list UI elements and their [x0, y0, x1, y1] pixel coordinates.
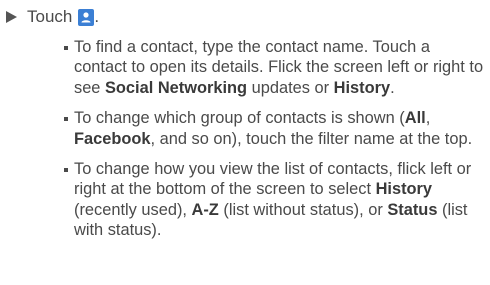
step-arrow-icon	[6, 11, 17, 23]
bullet-text: ,	[425, 109, 431, 128]
bullet-bold-term: Social Networking	[104, 78, 248, 97]
bullet-text: To change which group of contacts is sho…	[74, 109, 405, 128]
list-item: To change which group of contacts is sho…	[64, 108, 484, 149]
bullet-text: (list without status), or	[218, 200, 388, 219]
bullet-bold-term: Status	[387, 200, 438, 219]
step-text: Touch	[27, 7, 73, 26]
list-item: To change how you view the list of conta…	[64, 159, 484, 241]
contacts-icon	[78, 8, 95, 26]
bullet-text: (recently used),	[74, 200, 192, 219]
bullet-text: , and so on), touch the filter name at t…	[150, 129, 473, 148]
bullet-bold-term: Facebook	[74, 129, 151, 148]
bullet-bold-term: All	[404, 109, 426, 128]
bullet-bold-term: A-Z	[191, 200, 219, 219]
step-suffix: .	[94, 7, 100, 26]
bullet-text: .	[390, 78, 395, 97]
bullet-text: updates or	[247, 78, 334, 97]
list-item: To find a contact, type the contact name…	[64, 37, 484, 98]
bullet-list: To find a contact, type the contact name…	[64, 37, 484, 251]
step-line: Touch .	[0, 6, 99, 28]
bullet-bold-term: History	[333, 78, 391, 97]
bullet-bold-term: History	[375, 180, 433, 199]
